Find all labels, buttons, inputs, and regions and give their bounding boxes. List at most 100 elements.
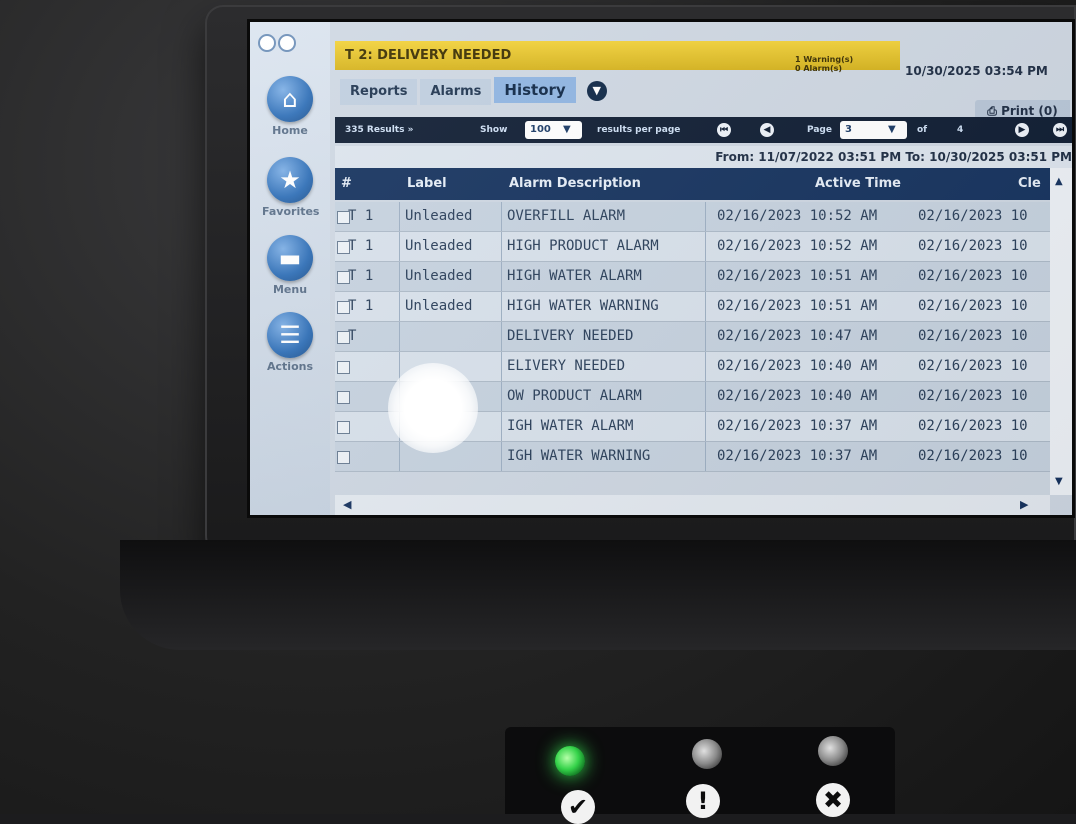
column-divider — [705, 262, 706, 291]
row-cleared-time: 02/16/2023 10 — [918, 238, 1028, 254]
header-active-time[interactable]: Active Time — [815, 168, 901, 200]
column-divider — [399, 322, 400, 351]
column-divider — [705, 442, 706, 471]
row-description: HIGH WATER WARNING — [507, 298, 659, 314]
header-number[interactable]: # — [341, 168, 352, 200]
power-led-icon — [555, 746, 585, 776]
table-row[interactable]: T 1 Unleaded OVERFILL ALARM 02/16/2023 1… — [335, 202, 1050, 232]
sidebar-item-home[interactable]: ⌂ Home — [262, 76, 318, 137]
column-divider — [501, 322, 502, 351]
header-cleared-time[interactable]: Cle — [1018, 168, 1041, 200]
results-count[interactable]: 335 Results » — [345, 117, 413, 143]
table-row[interactable]: T 1 Unleaded HIGH PRODUCT ALARM 02/16/20… — [335, 232, 1050, 262]
column-divider — [705, 412, 706, 441]
scroll-up-icon[interactable]: ▲ — [1055, 176, 1063, 187]
actions-icon: ☰ — [267, 312, 313, 358]
row-description: IGH WATER WARNING — [507, 448, 651, 464]
column-divider — [501, 442, 502, 471]
vertical-scrollbar[interactable]: ▲ ▼ — [1050, 168, 1072, 495]
breadcrumb-reports[interactable]: Reports — [340, 79, 418, 105]
scroll-down-icon[interactable]: ▼ — [1055, 476, 1063, 487]
row-cleared-time: 02/16/2023 10 — [918, 448, 1028, 464]
row-checkbox[interactable] — [337, 391, 350, 404]
last-page-icon[interactable]: ⏭ — [1053, 123, 1067, 137]
column-divider — [399, 442, 400, 471]
chevron-down-icon[interactable]: ▼ — [586, 80, 607, 101]
sidebar-item-actions[interactable]: ☰ Actions — [262, 312, 318, 373]
chevron-down-icon: ▼ — [563, 124, 571, 135]
scroll-right-icon[interactable]: ▶ — [1020, 498, 1028, 511]
sidebar-item-favorites[interactable]: ★ Favorites — [262, 157, 320, 218]
row-description: HIGH PRODUCT ALARM — [507, 238, 659, 254]
column-divider — [705, 352, 706, 381]
breadcrumb: Reports Alarms History ▼ — [340, 77, 607, 105]
sidebar-item-menu[interactable]: ▬ Menu — [262, 235, 318, 296]
exclamation-icon: ! — [686, 784, 720, 818]
horizontal-scrollbar[interactable]: ◀ ▶ — [335, 495, 1050, 515]
per-page-select[interactable]: 100 ▼ — [525, 121, 582, 139]
table-row[interactable]: ELIVERY NEEDED 02/16/2023 10:40 AM 02/16… — [335, 352, 1050, 382]
column-divider — [705, 382, 706, 411]
prev-page-icon[interactable]: ◀ — [760, 123, 774, 137]
results-toolbar: 335 Results » Show 100 ▼ results per pag… — [335, 117, 1072, 143]
total-pages: 4 — [957, 125, 964, 135]
date-range: From: 11/07/2022 03:51 PM To: 10/30/2025… — [335, 146, 1072, 168]
row-description: IGH WATER ALARM — [507, 418, 634, 434]
column-divider — [501, 292, 502, 321]
row-tank: T 1 — [348, 208, 374, 224]
home-icon: ⌂ — [267, 76, 313, 122]
row-active-time: 02/16/2023 10:51 AM — [717, 298, 878, 314]
row-active-time: 02/16/2023 10:37 AM — [717, 418, 878, 434]
page-value: 3 — [845, 124, 852, 135]
breadcrumb-alarms[interactable]: Alarms — [420, 79, 492, 105]
breadcrumb-history[interactable]: History — [494, 77, 576, 103]
alarm-count: 0 Alarm(s) — [795, 64, 843, 73]
column-divider — [399, 262, 400, 291]
chevron-down-icon: ▼ — [888, 124, 896, 135]
console-screen: ⌂ Home ★ Favorites ▬ Menu ☰ Actions T 2:… — [250, 22, 1072, 515]
show-label: Show — [480, 125, 508, 135]
table-row[interactable]: T DELIVERY NEEDED 02/16/2023 10:47 AM 02… — [335, 322, 1050, 352]
table-row[interactable]: T 1 Unleaded HIGH WATER ALARM 02/16/2023… — [335, 262, 1050, 292]
column-divider — [501, 352, 502, 381]
table-row[interactable]: IGH WATER WARNING 02/16/2023 10:37 AM 02… — [335, 442, 1050, 472]
header-description[interactable]: Alarm Description — [509, 168, 641, 200]
column-divider — [501, 262, 502, 291]
row-label: Unleaded — [405, 298, 473, 314]
row-cleared-time: 02/16/2023 10 — [918, 268, 1028, 284]
row-cleared-time: 02/16/2023 10 — [918, 418, 1028, 434]
row-checkbox[interactable] — [337, 451, 350, 464]
column-divider — [501, 412, 502, 441]
check-icon: ✔ — [561, 790, 595, 824]
menu-icon: ▬ — [267, 235, 313, 281]
row-checkbox[interactable] — [337, 421, 350, 434]
page-select[interactable]: 3 ▼ — [840, 121, 907, 139]
table-row[interactable]: OW PRODUCT ALARM 02/16/2023 10:40 AM 02/… — [335, 382, 1050, 412]
column-divider — [501, 202, 502, 231]
row-active-time: 02/16/2023 10:51 AM — [717, 268, 878, 284]
warning-count: 1 Warning(s) — [795, 55, 854, 64]
column-divider — [399, 202, 400, 231]
row-active-time: 02/16/2023 10:52 AM — [717, 208, 878, 224]
window-dot-icon[interactable] — [258, 34, 276, 52]
printer-icon: ⎙ — [987, 104, 997, 118]
alarm-counts[interactable]: 1 Warning(s) 0 Alarm(s) — [795, 55, 853, 73]
row-description: OW PRODUCT ALARM — [507, 388, 642, 404]
first-page-icon[interactable]: ⏮ — [717, 123, 731, 137]
page-label: Page — [807, 125, 832, 135]
row-active-time: 02/16/2023 10:37 AM — [717, 448, 878, 464]
sidebar-item-label: Favorites — [262, 205, 320, 218]
table-row[interactable]: T 1 Unleaded HIGH WATER WARNING 02/16/20… — [335, 292, 1050, 322]
warning-led-icon — [692, 739, 722, 769]
print-label: Print (0) — [1001, 104, 1058, 118]
header-label[interactable]: Label — [407, 168, 447, 200]
window-dot-icon[interactable] — [278, 34, 296, 52]
table-row[interactable]: IGH WATER ALARM 02/16/2023 10:37 AM 02/1… — [335, 412, 1050, 442]
row-label: Unleaded — [405, 268, 473, 284]
next-page-icon[interactable]: ▶ — [1015, 123, 1029, 137]
sidebar-item-label: Actions — [267, 360, 313, 373]
scroll-left-icon[interactable]: ◀ — [343, 498, 351, 511]
row-tank: T 1 — [348, 298, 374, 314]
row-checkbox[interactable] — [337, 361, 350, 374]
per-page-value: 100 — [530, 124, 551, 135]
